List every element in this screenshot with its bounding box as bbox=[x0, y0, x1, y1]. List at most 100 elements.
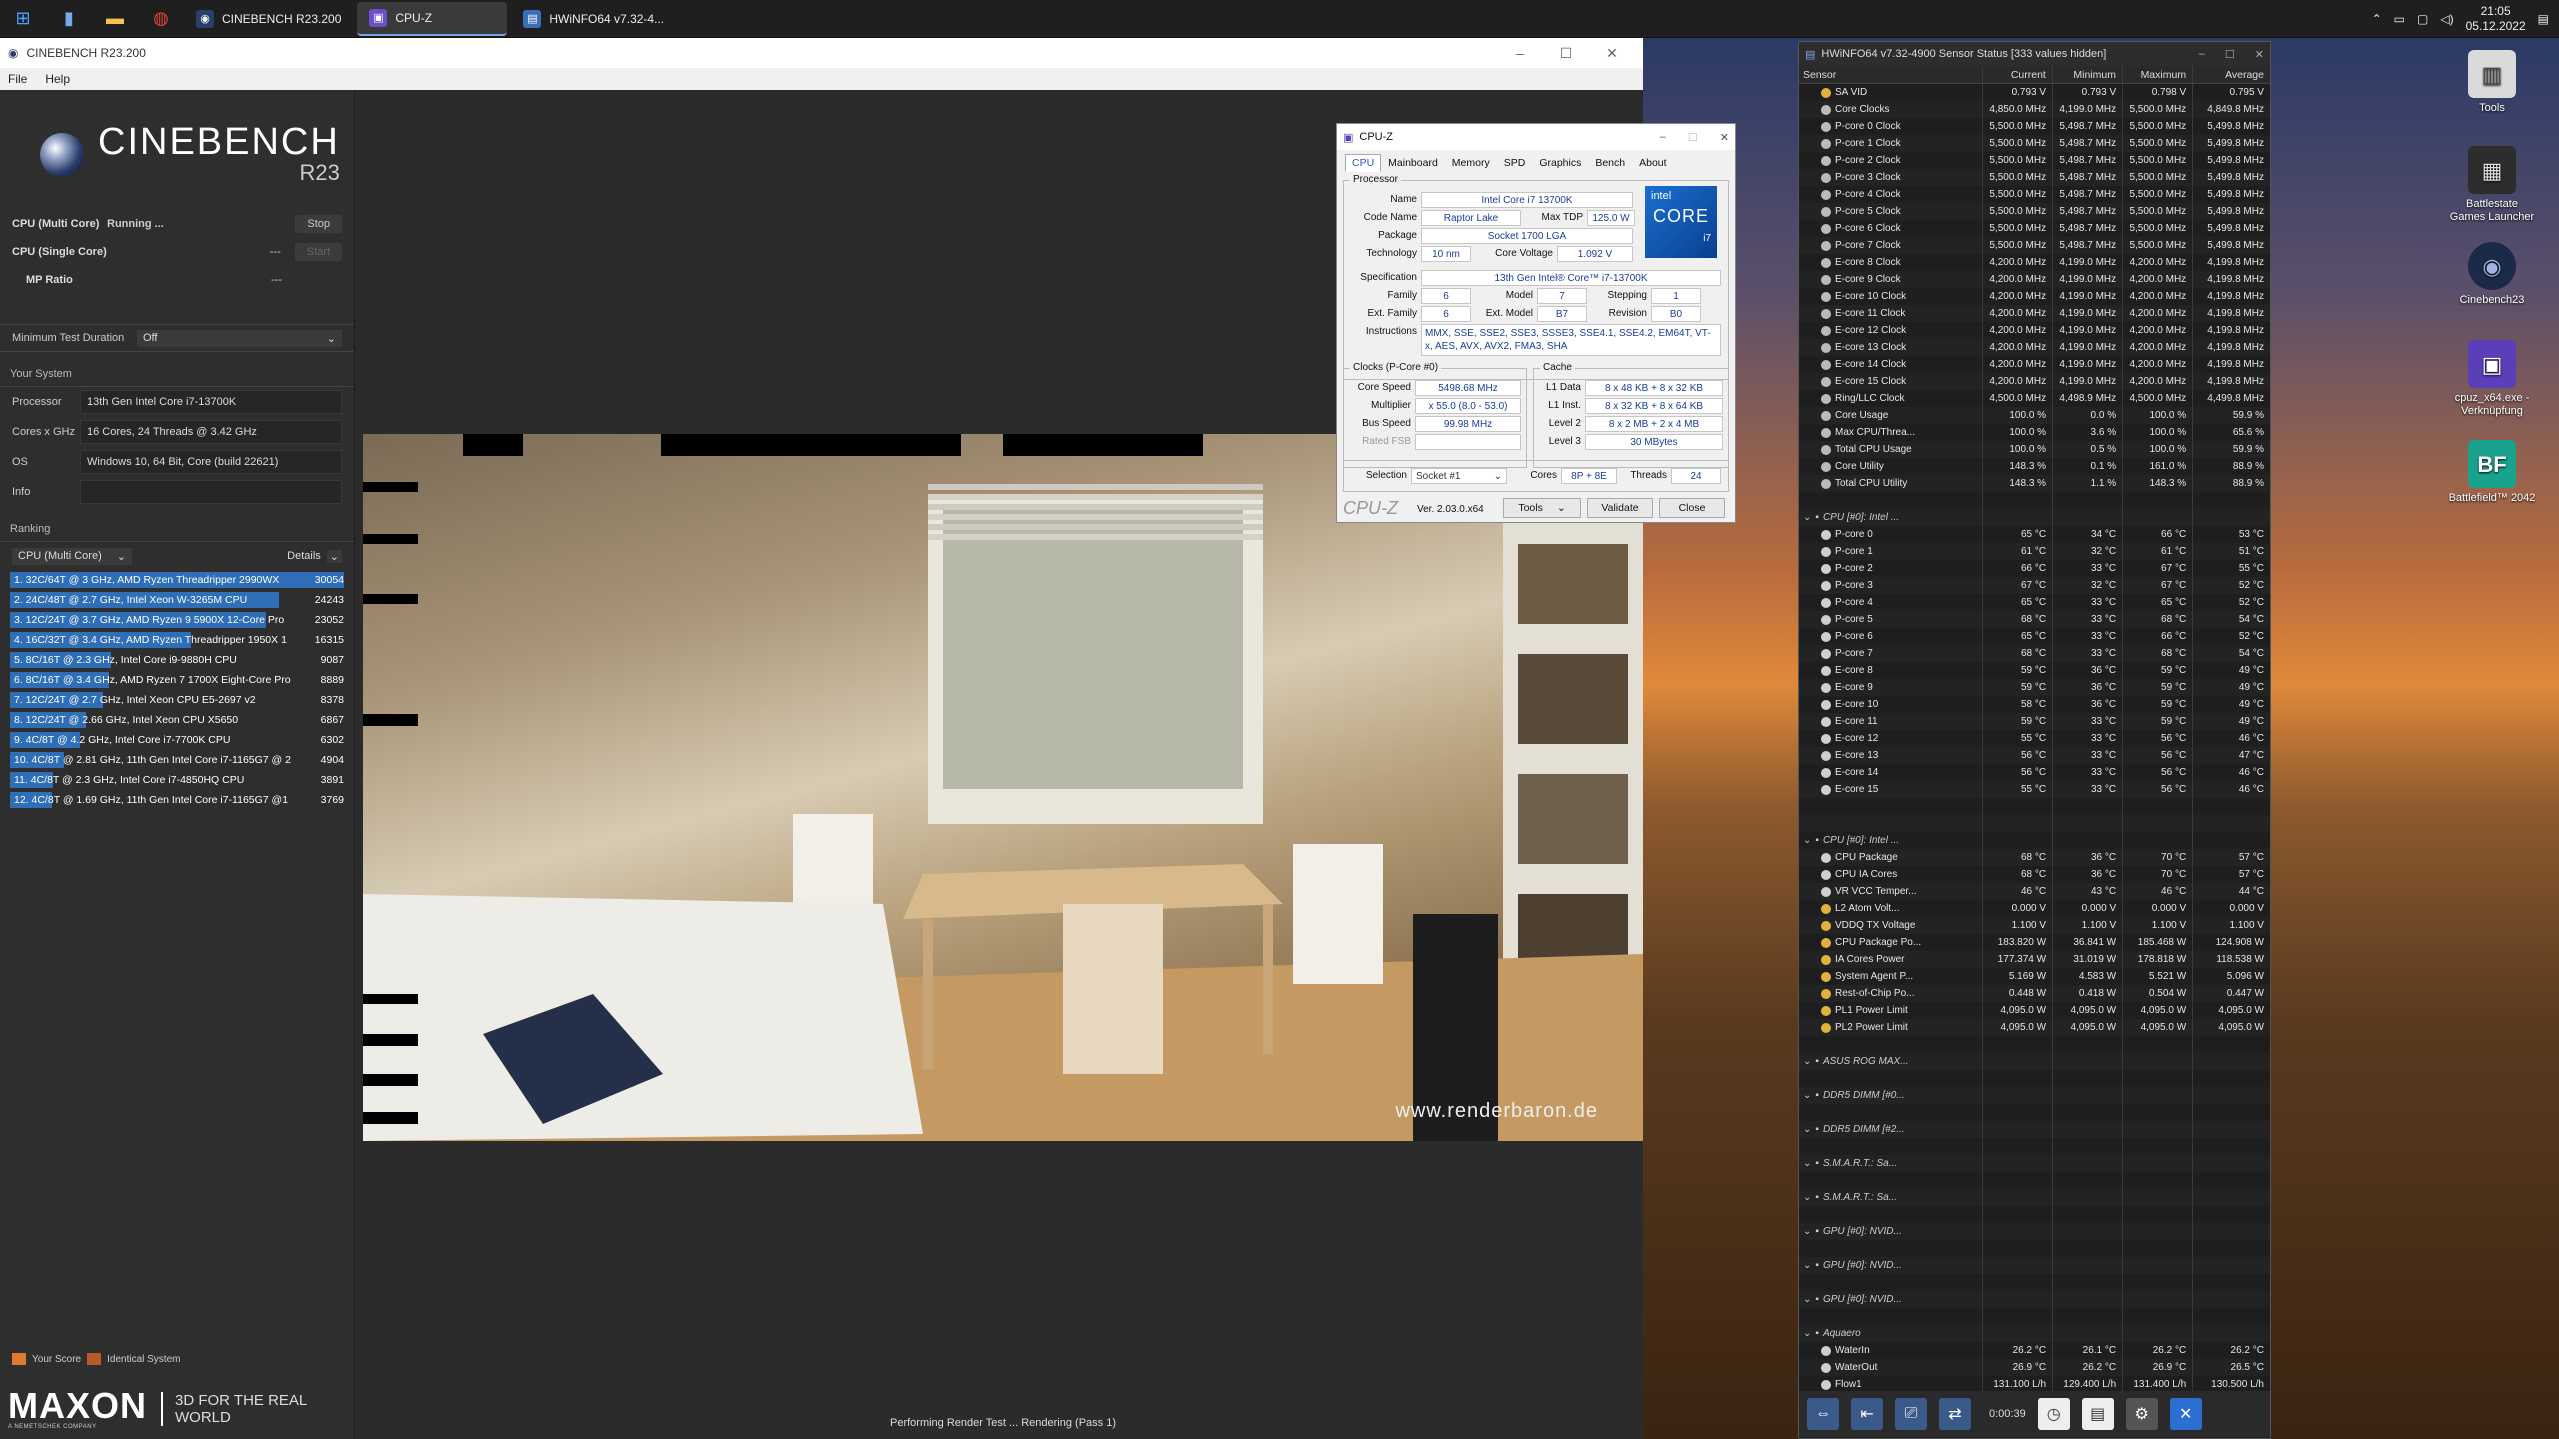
volume-icon[interactable]: ◁) bbox=[2440, 12, 2453, 26]
close-button[interactable]: ✕ bbox=[1720, 131, 1729, 144]
minimize-button[interactable]: – bbox=[2199, 48, 2205, 61]
sensor-group-row[interactable]: ⌄ ▪ CPU [#0]: Intel ... bbox=[1799, 832, 2270, 849]
sensor-group-row[interactable]: ⌄ ▪ S.M.A.R.T.: Sa... bbox=[1799, 1155, 2270, 1172]
remote-icon[interactable]: ⇄ bbox=[1939, 1398, 1971, 1430]
sensor-row[interactable]: P-core 4 Clock 5,500.0 MHz 5,498.7 MHz 5,50… bbox=[1799, 186, 2270, 203]
column-maximum[interactable]: Maximum bbox=[2121, 66, 2192, 83]
sensor-row[interactable]: Total CPU Usage 100.0 % 0.5 % 100.0 % 59.9 % bbox=[1799, 441, 2270, 458]
clock[interactable]: 21:05 05.12.2022 bbox=[2466, 4, 2526, 34]
sensor-row[interactable]: E-core 15 55 °C 33 °C 56 °C 46 °C bbox=[1799, 781, 2270, 798]
column-sensor[interactable]: Sensor bbox=[1799, 66, 1982, 83]
sensor-row[interactable]: L2 Atom Volt... 0.000 V 0.000 V 0.000 V 0.00… bbox=[1799, 900, 2270, 917]
menu-file[interactable]: File bbox=[8, 72, 27, 86]
sensor-row[interactable] bbox=[1799, 1240, 2270, 1257]
validate-button[interactable]: Validate bbox=[1587, 498, 1653, 518]
cpuz-close-button[interactable]: Close bbox=[1659, 498, 1725, 518]
close-button[interactable]: ✕ bbox=[1589, 45, 1635, 62]
sensor-row[interactable]: P-core 0 65 °C 34 °C 66 °C 53 °C bbox=[1799, 526, 2270, 543]
desktop-icon-cpuz[interactable]: ▣ cpuz_x64.exe - Verknüpfung bbox=[2447, 340, 2537, 418]
sensor-row[interactable]: P-core 2 66 °C 33 °C 67 °C 55 °C bbox=[1799, 560, 2270, 577]
tools-button[interactable]: Tools ⌄ bbox=[1503, 498, 1581, 518]
chevron-down-icon[interactable]: ⌄ bbox=[1803, 1226, 1811, 1237]
sensor-row[interactable] bbox=[1799, 815, 2270, 832]
sensor-row[interactable]: VDDQ TX Voltage 1.100 V 1.100 V 1.100 V 1.10… bbox=[1799, 917, 2270, 934]
taskbar-app-cinebench[interactable]: ◉ CINEBENCH R23.200 bbox=[184, 2, 353, 36]
ranking-row[interactable]: 11. 4C/8T @ 2.3 GHz, Intel Core i7-4850H… bbox=[10, 770, 344, 790]
sensor-row[interactable]: E-core 12 55 °C 33 °C 56 °C 46 °C bbox=[1799, 730, 2270, 747]
maximize-button[interactable]: ☐ bbox=[1543, 45, 1589, 62]
ranking-row[interactable]: 5. 8C/16T @ 2.3 GHz, Intel Core i9-9880H… bbox=[10, 650, 344, 670]
sensor-group-row[interactable]: ⌄ ▪ GPU [#0]: NVID... bbox=[1799, 1257, 2270, 1274]
desktop-icon-cinebench[interactable]: ◉ Cinebench23 bbox=[2447, 242, 2537, 307]
sensor-row[interactable] bbox=[1799, 1274, 2270, 1291]
chevron-down-icon[interactable]: ⌄ bbox=[1803, 512, 1811, 523]
skip-arrows-icon[interactable]: ⇤ bbox=[1851, 1398, 1883, 1430]
sensor-row[interactable]: E-core 9 Clock 4,200.0 MHz 4,199.0 MHz 4,20… bbox=[1799, 271, 2270, 288]
sensor-row[interactable] bbox=[1799, 1138, 2270, 1155]
tab-memory[interactable]: Memory bbox=[1445, 154, 1497, 172]
sensor-row[interactable]: Core Utility 148.3 % 0.1 % 161.0 % 88.9 % bbox=[1799, 458, 2270, 475]
sensor-row[interactable]: P-core 1 Clock 5,500.0 MHz 5,498.7 MHz 5,50… bbox=[1799, 135, 2270, 152]
sensor-row[interactable]: E-core 15 Clock 4,200.0 MHz 4,199.0 MHz 4,2… bbox=[1799, 373, 2270, 390]
sensor-group-row[interactable]: ⌄ ▪ ASUS ROG MAX... bbox=[1799, 1053, 2270, 1070]
sensor-row[interactable]: E-core 10 Clock 4,200.0 MHz 4,199.0 MHz 4,2… bbox=[1799, 288, 2270, 305]
sensor-row[interactable]: CPU Package 68 °C 36 °C 70 °C 57 °C bbox=[1799, 849, 2270, 866]
sensor-row[interactable]: VR VCC Temper... 46 °C 43 °C 46 °C 44 °C bbox=[1799, 883, 2270, 900]
min-duration-select[interactable]: Off ⌄ bbox=[137, 329, 342, 347]
sensor-row[interactable] bbox=[1799, 1070, 2270, 1087]
close-icon[interactable]: ✕ bbox=[2169, 1398, 2202, 1430]
sensor-row[interactable]: P-core 6 Clock 5,500.0 MHz 5,498.7 MHz 5,50… bbox=[1799, 220, 2270, 237]
tab-about[interactable]: About bbox=[1632, 154, 1673, 172]
chevron-down-icon[interactable]: ⌄ bbox=[1803, 1090, 1811, 1101]
column-average[interactable]: Average bbox=[2192, 66, 2270, 83]
sensor-row[interactable]: E-core 8 59 °C 36 °C 59 °C 49 °C bbox=[1799, 662, 2270, 679]
windows-start-icon[interactable]: ⊞ bbox=[8, 4, 38, 34]
tab-bench[interactable]: Bench bbox=[1588, 154, 1632, 172]
chevron-down-icon[interactable]: ⌄ bbox=[1803, 1124, 1811, 1135]
sensor-row[interactable]: E-core 14 56 °C 33 °C 56 °C 46 °C bbox=[1799, 764, 2270, 781]
sensor-row[interactable]: Core Usage 100.0 % 0.0 % 100.0 % 59.9 % bbox=[1799, 407, 2270, 424]
sensor-row[interactable]: WaterOut 26.9 °C 26.2 °C 26.9 °C 26.5 °C bbox=[1799, 1359, 2270, 1376]
sensor-row[interactable]: P-core 1 61 °C 32 °C 61 °C 51 °C bbox=[1799, 543, 2270, 560]
notifications-icon[interactable]: ▤ bbox=[2538, 12, 2549, 26]
chrome-icon[interactable]: ◍ bbox=[146, 4, 176, 34]
chevron-down-icon[interactable]: ⌄ bbox=[1803, 1158, 1811, 1169]
sensor-row[interactable]: Rest-of-Chip Po... 0.448 W 0.418 W 0.504 W0… bbox=[1799, 985, 2270, 1002]
info-input[interactable] bbox=[80, 480, 342, 504]
tab-mainboard[interactable]: Mainboard bbox=[1381, 154, 1445, 172]
sensor-row[interactable] bbox=[1799, 1172, 2270, 1189]
sensor-row[interactable]: PL2 Power Limit 4,095.0 W 4,095.0 W 4,095.0… bbox=[1799, 1019, 2270, 1036]
sensor-row[interactable]: System Agent P... 5.169 W 4.583 W 5.521 W 5.… bbox=[1799, 968, 2270, 985]
chat-icon[interactable]: ▮ bbox=[54, 4, 84, 34]
sensor-row[interactable]: E-core 8 Clock 4,200.0 MHz 4,199.0 MHz 4,20… bbox=[1799, 254, 2270, 271]
sensor-row[interactable]: Max CPU/Threa... 100.0 % 3.6 % 100.0 % 65.6 … bbox=[1799, 424, 2270, 441]
taskbar-app-hwinfo[interactable]: ▤ HWiNFO64 v7.32-4... bbox=[511, 2, 676, 36]
taskbar-app-cpuz[interactable]: ▣ CPU-Z bbox=[357, 1, 508, 36]
sensor-row[interactable] bbox=[1799, 492, 2270, 509]
sensor-row[interactable] bbox=[1799, 1036, 2270, 1053]
chevron-down-icon[interactable]: ⌄ bbox=[1803, 1192, 1811, 1203]
sensor-row[interactable] bbox=[1799, 798, 2270, 815]
minimize-button[interactable]: – bbox=[1497, 45, 1543, 62]
sensor-row[interactable] bbox=[1799, 1104, 2270, 1121]
ranking-row[interactable]: 6. 8C/16T @ 3.4 GHz, AMD Ryzen 7 1700X E… bbox=[10, 670, 344, 690]
socket-select[interactable]: Socket #1 ⌄ bbox=[1411, 468, 1507, 484]
ranking-row[interactable]: 10. 4C/8T @ 2.81 GHz, 11th Gen Intel Cor… bbox=[10, 750, 344, 770]
sensor-row[interactable]: PL1 Power Limit 4,095.0 W 4,095.0 W 4,095.0… bbox=[1799, 1002, 2270, 1019]
sensor-row[interactable]: CPU Package Po... 183.820 W 36.841 W 185.46… bbox=[1799, 934, 2270, 951]
cpuz-titlebar[interactable]: ▣ CPU-Z – ☐ ✕ bbox=[1337, 124, 1735, 150]
sensor-group-row[interactable]: ⌄ ▪ GPU [#0]: NVID... bbox=[1799, 1223, 2270, 1240]
ranking-row[interactable]: 12. 4C/8T @ 1.69 GHz, 11th Gen Intel Cor… bbox=[10, 790, 344, 810]
column-current[interactable]: Current bbox=[1981, 66, 2052, 83]
ranking-select[interactable]: CPU (Multi Core) ⌄ bbox=[12, 547, 132, 565]
network-sensor-icon[interactable]: ⎚ bbox=[1895, 1398, 1927, 1430]
file-explorer-icon[interactable]: ▬ bbox=[100, 4, 130, 34]
maximize-button[interactable]: ☐ bbox=[2225, 48, 2235, 61]
arrows-horizontal-icon[interactable]: ⇔ bbox=[1807, 1398, 1839, 1430]
sensor-row[interactable]: Total CPU Utility 148.3 % 1.1 % 148.3 % 88.9… bbox=[1799, 475, 2270, 492]
sensor-group-row[interactable]: ⌄ ▪ Aquaero bbox=[1799, 1325, 2270, 1342]
sensor-row[interactable]: E-core 12 Clock 4,200.0 MHz 4,199.0 MHz 4,2… bbox=[1799, 322, 2270, 339]
details-button[interactable]: Details ⌄ bbox=[287, 549, 342, 563]
chevron-down-icon[interactable]: ⌄ bbox=[1803, 835, 1811, 846]
sensor-row[interactable]: P-core 0 Clock 5,500.0 MHz 5,498.7 MHz 5,50… bbox=[1799, 118, 2270, 135]
